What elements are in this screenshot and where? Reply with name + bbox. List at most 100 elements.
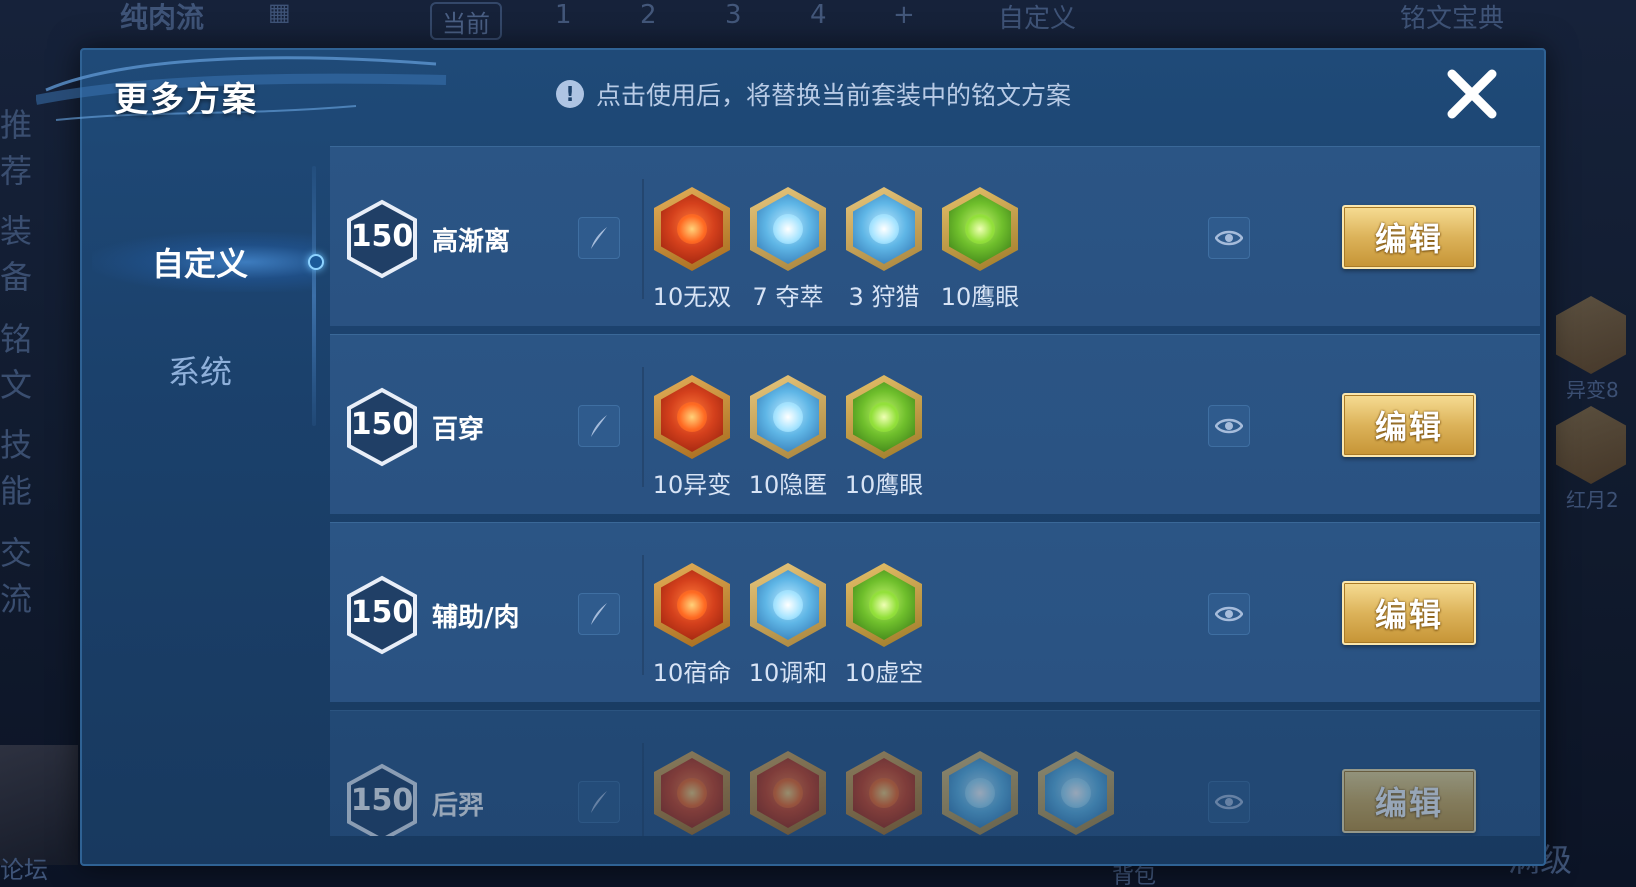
edit-button[interactable]: 编辑 bbox=[1342, 769, 1476, 833]
pen-icon bbox=[591, 791, 607, 813]
scheme-name: 百穿 bbox=[432, 415, 485, 445]
pen-icon bbox=[591, 227, 607, 249]
green-rune-icon bbox=[846, 563, 922, 647]
bg-tab-2: 2 bbox=[640, 0, 657, 30]
bg-side-item: 装备 bbox=[0, 212, 33, 296]
info-icon: ! bbox=[556, 80, 584, 108]
preview-button[interactable] bbox=[1208, 781, 1250, 823]
edit-button[interactable]: 编辑 bbox=[1342, 581, 1476, 645]
close-icon bbox=[1447, 69, 1497, 119]
scheme-level: 150 bbox=[350, 595, 414, 630]
rune-item[interactable] bbox=[1038, 751, 1114, 835]
rune-group: 10异变 10隐匿 10鹰眼 bbox=[652, 375, 924, 500]
pen-icon bbox=[591, 603, 607, 625]
rune-item[interactable]: 10隐匿 bbox=[748, 375, 828, 500]
rune-label: 3 狩猎 bbox=[848, 283, 920, 311]
scheme-level: 150 bbox=[350, 219, 414, 254]
scheme-level: 150 bbox=[350, 407, 414, 442]
rune-group: 10宿命 10调和 10虚空 bbox=[652, 563, 924, 688]
bg-scheme-title: 纯肉流 bbox=[120, 1, 205, 34]
rune-item[interactable]: 10异变 bbox=[652, 375, 732, 500]
rune-item[interactable]: 10调和 bbox=[748, 563, 828, 688]
edit-button[interactable]: 编辑 bbox=[1342, 205, 1476, 269]
rune-label: 10虚空 bbox=[844, 659, 924, 687]
scheme-row: 150 后羿 编辑 bbox=[330, 710, 1540, 836]
nav-item-label: 自定义 bbox=[151, 245, 248, 283]
nav-item-system[interactable]: 系统 bbox=[82, 330, 318, 410]
rune-label: 7 夺萃 bbox=[752, 283, 824, 311]
hint-bar: ! 点击使用后，将替换当前套装中的铭文方案 bbox=[556, 76, 1071, 112]
modal-header: 更多方案 ! 点击使用后，将替换当前套装中的铭文方案 bbox=[36, 50, 1544, 144]
preview-button[interactable] bbox=[1208, 217, 1250, 259]
rune-item[interactable]: 7 夺萃 bbox=[750, 187, 826, 312]
rune-label: 10鹰眼 bbox=[844, 471, 924, 499]
blue-rune-icon bbox=[1038, 751, 1114, 835]
rune-label: 10调和 bbox=[748, 659, 828, 687]
bg-side-item: 铭文 bbox=[0, 320, 33, 404]
bg-side-item: 交流 bbox=[0, 534, 33, 618]
rune-label: 10宿命 bbox=[652, 659, 732, 687]
bg-rune-label: 红月2 bbox=[1566, 488, 1619, 512]
rename-button[interactable] bbox=[578, 781, 620, 823]
rune-item[interactable]: 10无双 bbox=[653, 187, 731, 312]
rune-item[interactable]: 10宿命 bbox=[652, 563, 732, 688]
bg-tab-current: 当前 bbox=[430, 2, 502, 40]
scheme-row: 150 百穿 10异变 10隐匿 10鹰眼 编辑 bbox=[330, 334, 1540, 514]
scheme-level: 150 bbox=[350, 783, 414, 818]
scheme-row: 150 辅助/肉 10宿命 10调和 10虚空 编辑 bbox=[330, 522, 1540, 702]
red-rune-icon bbox=[846, 751, 922, 835]
preview-button[interactable] bbox=[1208, 593, 1250, 635]
nav-item-label: 系统 bbox=[167, 353, 232, 391]
blue-rune-icon bbox=[750, 563, 826, 647]
rune-label: 10隐匿 bbox=[748, 471, 828, 499]
bg-custom-tab: 自定义 bbox=[998, 4, 1077, 34]
rune-item[interactable] bbox=[654, 751, 730, 835]
close-button[interactable] bbox=[1440, 62, 1504, 126]
blue-rune-icon bbox=[750, 375, 826, 459]
hint-text: 点击使用后，将替换当前套装中的铭文方案 bbox=[596, 81, 1072, 110]
bg-forum: 论坛 bbox=[0, 856, 48, 884]
scheme-category-nav: 自定义 系统 bbox=[82, 146, 324, 866]
rune-item[interactable]: 10鹰眼 bbox=[940, 187, 1020, 312]
rune-item[interactable]: 10鹰眼 bbox=[844, 375, 924, 500]
rune-item[interactable]: 10虚空 bbox=[844, 563, 924, 688]
bg-tab-3: 3 bbox=[725, 0, 742, 30]
rename-button[interactable] bbox=[578, 593, 620, 635]
eye-icon bbox=[1215, 794, 1243, 810]
bg-tab-1: 1 bbox=[555, 0, 572, 30]
rune-group bbox=[654, 751, 1114, 835]
row-divider bbox=[642, 555, 644, 675]
blue-rune-icon bbox=[942, 751, 1018, 835]
scheme-list[interactable]: 150 高渐离 10无双 7 夺萃 3 狩猎 10鹰眼 编辑 150 百穿 10… bbox=[330, 146, 1540, 836]
bg-side-item: 技能 bbox=[0, 426, 33, 510]
bg-tab-4: 4 bbox=[810, 0, 827, 30]
rune-item[interactable] bbox=[846, 751, 922, 835]
preview-button[interactable] bbox=[1208, 405, 1250, 447]
pen-icon bbox=[591, 415, 607, 437]
eye-icon bbox=[1215, 418, 1243, 434]
rename-button[interactable] bbox=[578, 217, 620, 259]
red-rune-icon bbox=[654, 375, 730, 459]
rune-label: 10鹰眼 bbox=[940, 283, 1020, 311]
blue-rune-icon bbox=[750, 187, 826, 271]
more-schemes-modal: 更多方案 ! 点击使用后，将替换当前套装中的铭文方案 自定义 系统 150 高渐… bbox=[36, 48, 1546, 866]
scheme-name: 辅助/肉 bbox=[432, 603, 520, 633]
rune-item[interactable]: 3 狩猎 bbox=[846, 187, 922, 312]
rename-button[interactable] bbox=[578, 405, 620, 447]
edit-button[interactable]: 编辑 bbox=[1342, 393, 1476, 457]
rune-label: 10异变 bbox=[652, 471, 732, 499]
rune-item[interactable] bbox=[750, 751, 826, 835]
red-rune-icon bbox=[750, 751, 826, 835]
blue-rune-icon bbox=[846, 187, 922, 271]
nav-item-custom[interactable]: 自定义 bbox=[82, 222, 324, 302]
rune-group: 10无双 7 夺萃 3 狩猎 10鹰眼 bbox=[653, 187, 1020, 312]
bg-tab-add: + bbox=[893, 0, 915, 30]
row-divider bbox=[642, 743, 644, 836]
green-rune-icon bbox=[846, 375, 922, 459]
scheme-name: 后羿 bbox=[432, 791, 485, 821]
scheme-name: 高渐离 bbox=[432, 227, 511, 257]
nav-active-dot bbox=[308, 254, 324, 270]
row-divider bbox=[642, 179, 644, 299]
red-rune-icon bbox=[654, 751, 730, 835]
rune-item[interactable] bbox=[942, 751, 1018, 835]
